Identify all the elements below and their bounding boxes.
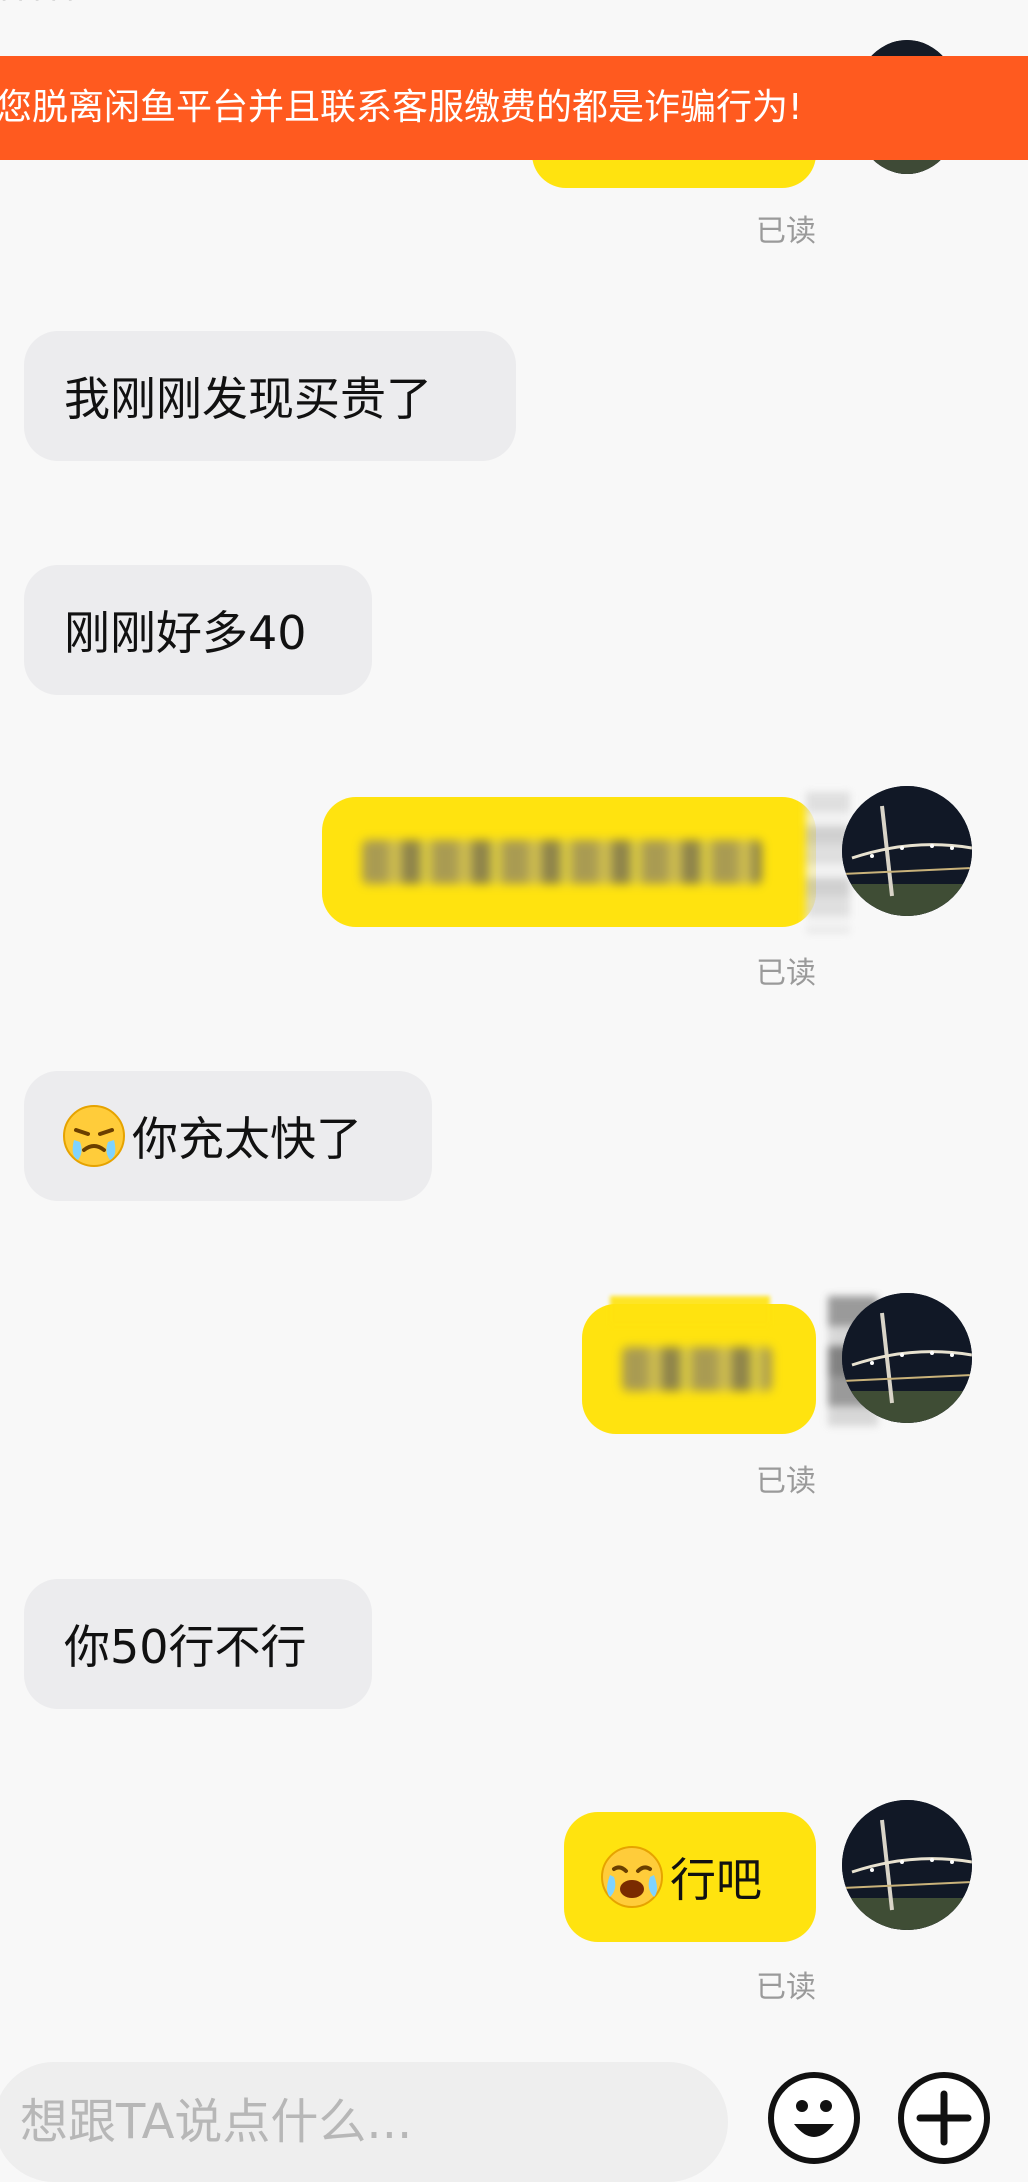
smile-icon xyxy=(794,2100,834,2137)
incoming-message-bubble[interactable]: 刚刚好多40 xyxy=(24,565,372,695)
bridge-night-photo-icon xyxy=(842,1800,972,1930)
self-avatar[interactable] xyxy=(842,1293,972,1423)
self-avatar[interactable] xyxy=(842,1800,972,1930)
read-status: 已读 xyxy=(756,1464,816,1499)
message-input[interactable]: 想跟TA说点什么... xyxy=(0,2062,728,2182)
read-status: 已读 xyxy=(756,214,816,249)
chat-message-list[interactable]: 您脱离闲鱼平台并且联系客服缴费的都是诈骗行为! 已读 我刚刚发现买贵了 刚刚好多… xyxy=(0,0,1028,2060)
blurred-message-content xyxy=(622,1347,772,1391)
bridge-night-photo-icon xyxy=(842,1293,972,1423)
blurred-message-content xyxy=(362,840,762,884)
plus-icon xyxy=(916,2090,972,2146)
message-text: 你充太快了 xyxy=(132,1112,362,1166)
message-text: 我刚刚发现买贵了 xyxy=(64,372,432,426)
blurred-edge-artifact xyxy=(610,1296,770,1326)
crying-face-icon xyxy=(601,1846,663,1908)
message-text: 行吧 xyxy=(670,1853,762,1907)
fraud-warning-banner: 您脱离闲鱼平台并且联系客服缴费的都是诈骗行为! xyxy=(0,56,1028,160)
read-status: 已读 xyxy=(756,956,816,991)
message-text: 你50行不行 xyxy=(64,1620,307,1674)
outgoing-message-bubble-blurred[interactable] xyxy=(322,797,816,927)
emoji-button[interactable] xyxy=(768,2072,860,2164)
incoming-message-bubble[interactable]: 你50行不行 xyxy=(24,1579,372,1709)
incoming-message-bubble[interactable]: 我刚刚发现买贵了 xyxy=(24,331,516,461)
more-options-button[interactable] xyxy=(898,2072,990,2164)
self-avatar[interactable] xyxy=(842,786,972,916)
bridge-night-photo-icon xyxy=(842,786,972,916)
read-status: 已读 xyxy=(756,1970,816,2005)
outgoing-message-bubble[interactable]: 行吧 xyxy=(564,1812,816,1942)
persevering-face-icon xyxy=(63,1105,125,1167)
message-text: 刚刚好多40 xyxy=(64,606,307,660)
incoming-message-bubble[interactable]: 你充太快了 xyxy=(24,1071,432,1201)
